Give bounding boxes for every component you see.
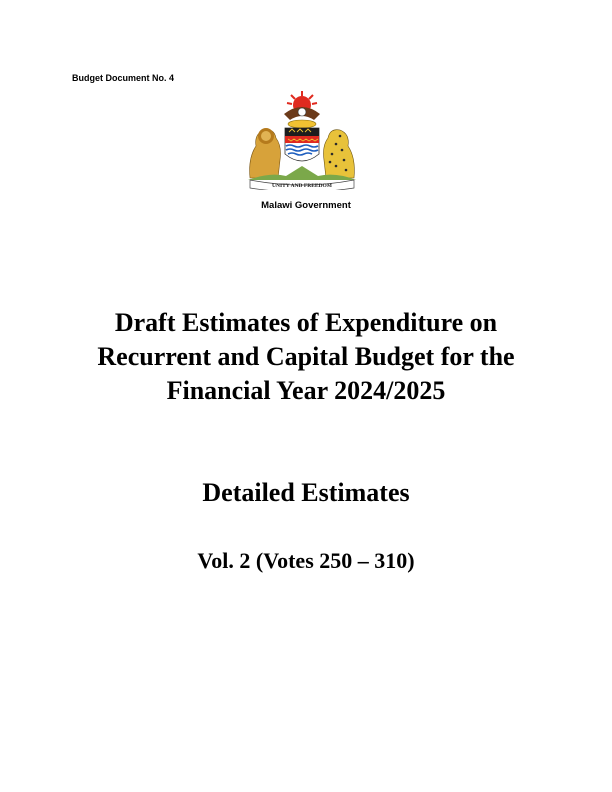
document-number: Budget Document No. 4 (72, 73, 175, 83)
emblem-motto: UNITY AND FREEDOM (272, 183, 333, 189)
title-line-2: Recurrent and Capital Budget for the (97, 342, 515, 371)
document-title: Draft Estimates of Expenditure on Recurr… (40, 306, 572, 408)
coat-of-arms-emblem: UNITY AND FREEDOM (248, 91, 356, 190)
title-line-1: Draft Estimates of Expenditure on (114, 308, 498, 337)
title-line-3: Financial Year 2024/2025 (166, 376, 446, 405)
issuer-name: Malawi Government (261, 200, 351, 211)
document-subtitle: Detailed Estimates (202, 478, 410, 507)
volume-label: Vol. 2 (Votes 250 – 310) (197, 548, 415, 573)
